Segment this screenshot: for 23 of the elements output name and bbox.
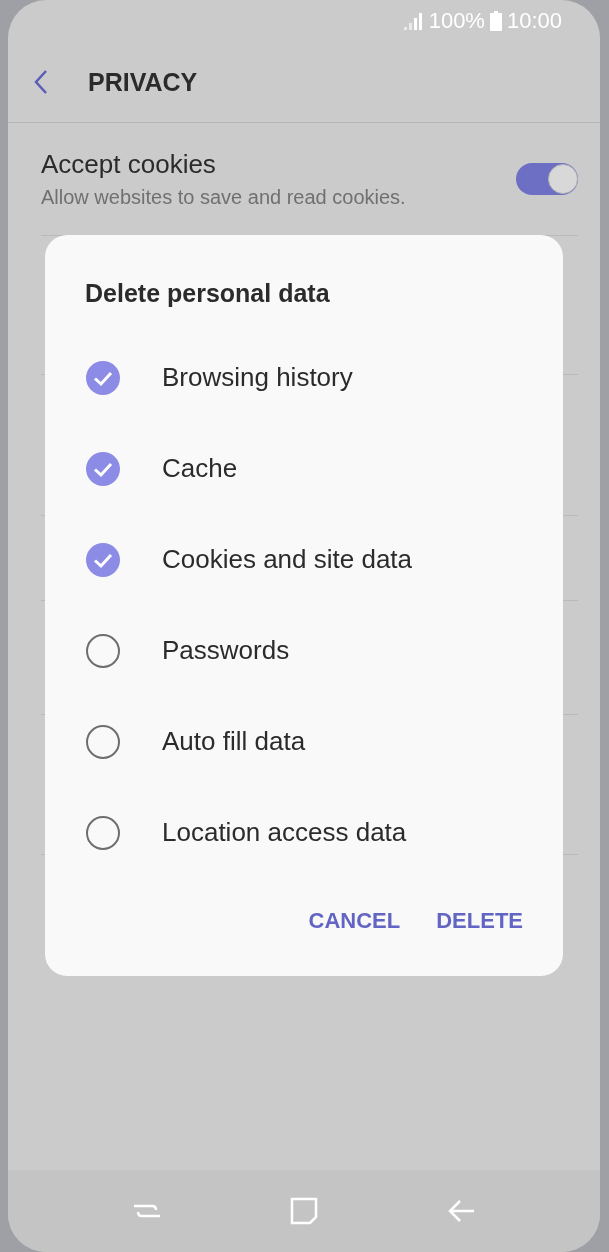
checkbox[interactable] (85, 632, 121, 669)
setting-description: Allow websites to save and read cookies. (41, 186, 406, 209)
checkbox[interactable] (85, 541, 121, 578)
back-icon[interactable] (34, 69, 48, 95)
checkbox-option[interactable]: Cookies and site data (85, 514, 523, 605)
screen-title: PRIVACY (88, 67, 198, 97)
delete-button[interactable]: DELETE (436, 900, 523, 942)
setting-title: Accept cookies (41, 149, 217, 180)
checkbox[interactable] (85, 450, 121, 487)
checkbox[interactable] (85, 359, 121, 396)
signal-icon (403, 12, 424, 30)
checkbox-option[interactable]: Auto fill data (85, 696, 523, 787)
checkbox-option[interactable]: Passwords (85, 605, 523, 696)
checkbox-option[interactable]: Browsing history (85, 332, 523, 423)
dialog-title: Delete personal data (85, 279, 331, 308)
checkbox[interactable] (85, 814, 121, 851)
toggle-switch[interactable] (516, 163, 578, 195)
checkbox-option[interactable]: Cache (85, 423, 523, 514)
checkbox[interactable] (85, 723, 121, 760)
checkbox-option[interactable]: Location access data (85, 787, 523, 878)
home-icon[interactable] (289, 1196, 319, 1226)
cancel-button[interactable]: CANCEL (308, 900, 401, 942)
battery-icon (489, 11, 502, 31)
